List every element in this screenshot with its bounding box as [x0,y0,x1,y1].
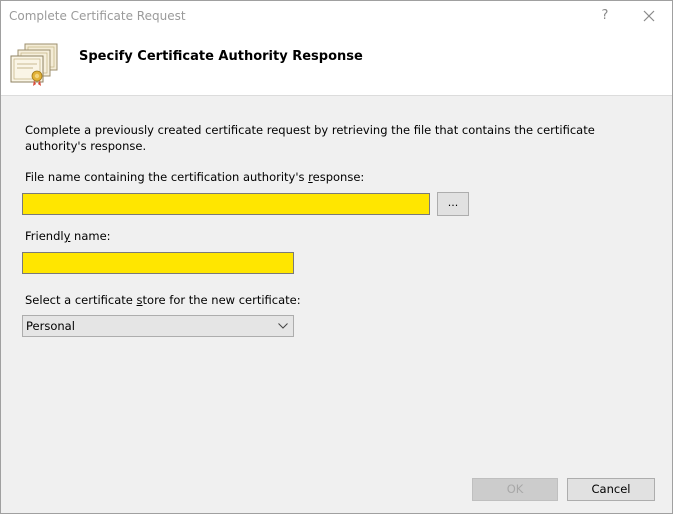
close-icon [643,10,655,22]
certificates-icon [10,43,58,86]
help-button[interactable]: ? [597,7,613,25]
friendly-name-label: Friendly name: [25,229,111,243]
window-title: Complete Certificate Request [9,9,186,23]
ok-button[interactable]: OK [472,478,558,501]
certificate-store-value: Personal [26,319,75,333]
description-text: Complete a previously created certificat… [25,123,595,153]
friendly-name-input[interactable] [22,252,294,274]
wizard-header: Specify Certificate Authority Response [1,33,672,96]
file-name-label: File name containing the certification a… [25,170,365,184]
close-button[interactable] [641,8,657,24]
dialog-window: Complete Certificate Request ? Specify C… [0,0,673,514]
certificate-store-label: Select a certificate store for the new c… [25,293,301,307]
page-title: Specify Certificate Authority Response [79,49,363,64]
title-bar: Complete Certificate Request ? [1,1,672,33]
cancel-button[interactable]: Cancel [567,478,655,501]
browse-button[interactable]: ... [437,192,469,216]
certificate-store-select[interactable]: Personal [22,315,294,337]
file-name-input[interactable] [22,193,430,215]
chevron-down-icon [278,323,288,329]
wizard-content: Complete a previously created certificat… [1,96,672,513]
